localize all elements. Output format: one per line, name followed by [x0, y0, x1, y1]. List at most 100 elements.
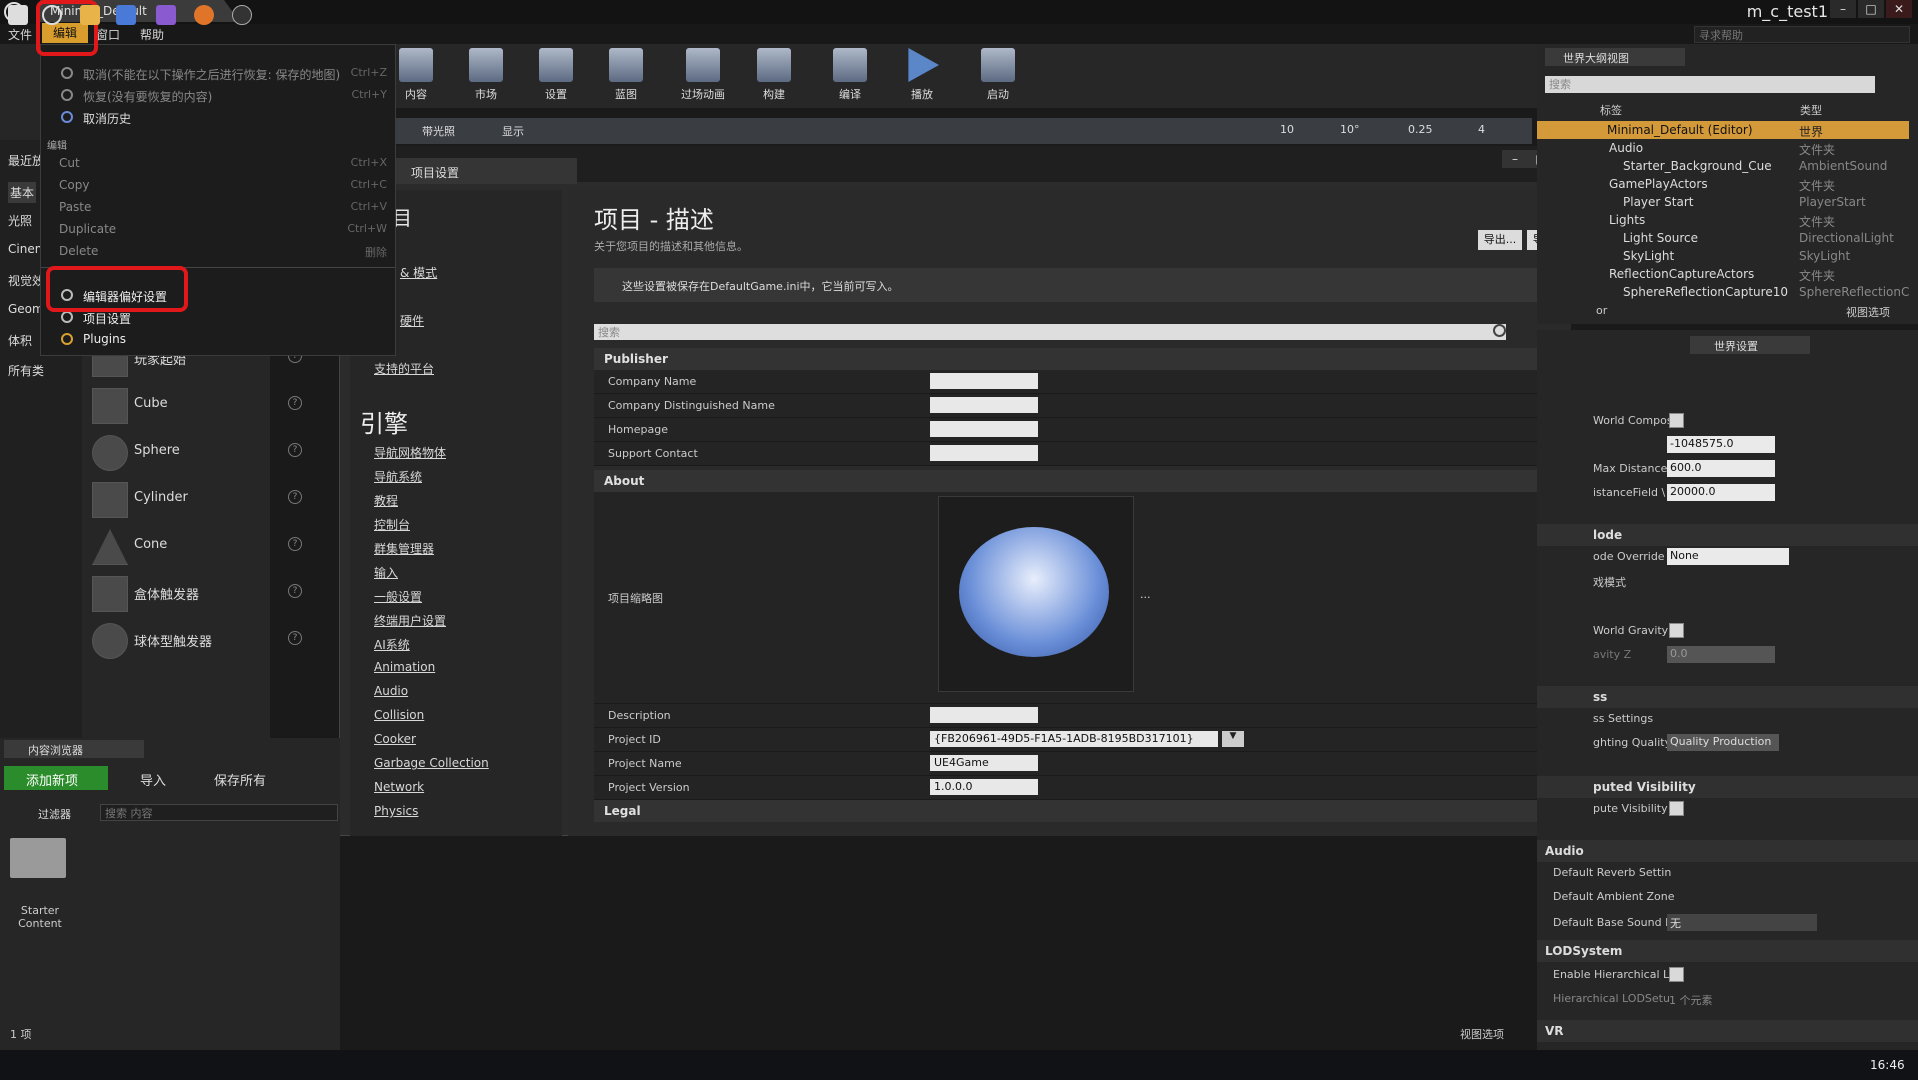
column-label[interactable]: 标签: [1600, 102, 1622, 118]
category-game-mode[interactable]: lode: [1537, 524, 1918, 546]
outliner-row[interactable]: Light Source DirectionalLight: [1537, 229, 1909, 247]
maximize-icon[interactable]: □: [1858, 0, 1884, 18]
value-input[interactable]: -1048575.0: [1667, 436, 1775, 453]
toolbar-content-button[interactable]: 内容: [388, 48, 444, 106]
cb-view-options[interactable]: 视图选项: [1460, 1026, 1504, 1042]
export-button[interactable]: 导出...: [1478, 230, 1522, 250]
column-type[interactable]: 类型: [1800, 102, 1822, 118]
project-id-input[interactable]: {FB206961-49D5-F1A5-1ADB-8195BD317101}: [930, 731, 1218, 747]
toolbar-blueprints-button[interactable]: 蓝图: [598, 48, 654, 106]
hlod-checkbox[interactable]: [1669, 967, 1684, 982]
base-sound-select[interactable]: 无: [1667, 914, 1817, 931]
import-button[interactable]: 导入: [140, 770, 166, 789]
place-item[interactable]: 盒体触发器?: [88, 572, 308, 614]
help-icon[interactable]: ?: [288, 443, 302, 457]
nav-maps-modes[interactable]: & 模式: [400, 264, 437, 281]
help-icon[interactable]: ?: [288, 537, 302, 551]
project-thumbnail[interactable]: [938, 496, 1134, 692]
outliner-tab[interactable]: 世界大纲视图: [1545, 48, 1685, 66]
world-compos-checkbox[interactable]: [1669, 413, 1684, 428]
lighting-quality-select[interactable]: Quality Production: [1667, 734, 1779, 751]
lit-button[interactable]: 带光照: [422, 123, 455, 139]
place-item[interactable]: Cylinder?: [88, 478, 308, 520]
help-icon[interactable]: ?: [288, 584, 302, 598]
cortana-icon[interactable]: [42, 5, 62, 25]
unreal-taskbar-icon[interactable]: [232, 5, 252, 25]
distance-field-input[interactable]: 20000.0: [1667, 484, 1775, 501]
nav-link[interactable]: 导航网格物体: [374, 444, 446, 461]
mode-cat-lights[interactable]: 光照: [8, 212, 32, 229]
copy-item[interactable]: Copy Ctrl+C: [41, 175, 395, 195]
outliner-row[interactable]: Lights 文件夹: [1537, 211, 1909, 229]
minimize-icon[interactable]: –: [1830, 0, 1856, 18]
mode-cat-recent[interactable]: 最近放: [8, 152, 44, 169]
precomputed-visibility-checkbox[interactable]: [1669, 801, 1684, 816]
windows-start-icon[interactable]: [8, 5, 28, 25]
menu-help[interactable]: 帮助: [140, 26, 164, 43]
nav-supported-platforms[interactable]: 支持的平台: [374, 360, 434, 377]
place-item[interactable]: Cube?: [88, 384, 308, 426]
show-button[interactable]: 显示: [502, 123, 524, 139]
nav-hardware[interactable]: 硬件: [400, 312, 424, 329]
visual-studio-icon[interactable]: [156, 5, 176, 25]
outliner-row[interactable]: Player Start PlayerStart: [1537, 193, 1909, 211]
plugins-item[interactable]: Plugins: [41, 329, 395, 349]
nav-link[interactable]: Physics: [374, 804, 418, 818]
content-browser-tab[interactable]: 内容浏览器: [4, 740, 144, 758]
outliner-view-options[interactable]: 视图选项: [1846, 304, 1890, 320]
outliner-row[interactable]: GamePlayActors 文件夹: [1537, 175, 1909, 193]
nav-link[interactable]: 输入: [374, 564, 398, 581]
scale-snap-value[interactable]: 0.25: [1408, 123, 1433, 136]
help-icon[interactable]: ?: [288, 396, 302, 410]
ps-minimize-icon[interactable]: –: [1502, 150, 1528, 168]
close-icon[interactable]: ✕: [1886, 0, 1912, 18]
nav-link[interactable]: 导航系统: [374, 468, 422, 485]
support-contact-input[interactable]: [930, 445, 1038, 461]
nav-link[interactable]: Garbage Collection: [374, 756, 489, 770]
mode-cat-volumes[interactable]: 体积: [8, 332, 32, 349]
homepage-input[interactable]: [930, 421, 1038, 437]
category-vr[interactable]: VR: [1537, 1020, 1918, 1042]
add-new-button[interactable]: 添加新项: [4, 766, 108, 790]
nav-link[interactable]: Cooker: [374, 732, 416, 746]
toolbar-compile-button[interactable]: 编译: [822, 48, 878, 106]
category-about[interactable]: About: [594, 470, 1564, 492]
delete-item[interactable]: Delete 删除: [41, 241, 395, 261]
outliner-row[interactable]: Audio 文件夹: [1537, 139, 1909, 157]
menu-file[interactable]: 文件: [8, 26, 32, 43]
description-input[interactable]: [930, 707, 1038, 723]
mode-cat-all[interactable]: 所有类: [8, 362, 44, 379]
category-lightmass[interactable]: ss: [1537, 686, 1918, 708]
project-name-input[interactable]: UE4Game: [930, 755, 1038, 771]
camera-speed-value[interactable]: 4: [1478, 123, 1485, 136]
nav-link[interactable]: 一般设置: [374, 588, 422, 605]
angle-snap-value[interactable]: 10°: [1340, 123, 1360, 136]
cut-item[interactable]: Cut Ctrl+X: [41, 153, 395, 173]
firefox-icon[interactable]: [194, 5, 214, 25]
outliner-row[interactable]: SkyLight SkyLight: [1537, 247, 1909, 265]
place-item[interactable]: 球体型触发器?: [88, 619, 308, 661]
paste-item[interactable]: Paste Ctrl+V: [41, 197, 395, 217]
toolbar-launch-button[interactable]: 启动: [970, 48, 1026, 106]
toolbar-cinematics-button[interactable]: 过场动画: [668, 48, 738, 106]
outliner-search-input[interactable]: 搜索: [1545, 76, 1875, 93]
help-icon[interactable]: ?: [288, 631, 302, 645]
undo-item[interactable]: 取消(不能在以下操作之后进行恢复: 保存的地图) Ctrl+Z: [41, 63, 395, 83]
settings-search-input[interactable]: 搜索: [594, 324, 1506, 340]
media-player-icon[interactable]: [116, 5, 136, 25]
category-audio[interactable]: Audio: [1537, 840, 1918, 862]
project-settings-tab[interactable]: 项目设置: [393, 158, 577, 184]
outliner-row[interactable]: ReflectionCaptureActors 文件夹: [1537, 265, 1909, 283]
save-all-button[interactable]: 保存所有: [214, 770, 266, 789]
category-legal[interactable]: Legal: [594, 800, 1564, 822]
toolbar-play-button[interactable]: 播放: [894, 48, 950, 106]
outliner-row[interactable]: Starter_Background_Cue AmbientSound: [1537, 157, 1909, 175]
nav-link[interactable]: Network: [374, 780, 424, 794]
mode-cat-visual[interactable]: 视觉效: [8, 272, 44, 289]
outliner-row[interactable]: SphereReflectionCapture10 SphereReflectio…: [1537, 283, 1909, 301]
file-explorer-icon[interactable]: [80, 5, 100, 25]
world-gravity-checkbox[interactable]: [1669, 623, 1684, 638]
nav-link[interactable]: 控制台: [374, 516, 410, 533]
gamemode-select[interactable]: None: [1667, 548, 1789, 565]
menu-window[interactable]: 窗口: [96, 26, 120, 43]
